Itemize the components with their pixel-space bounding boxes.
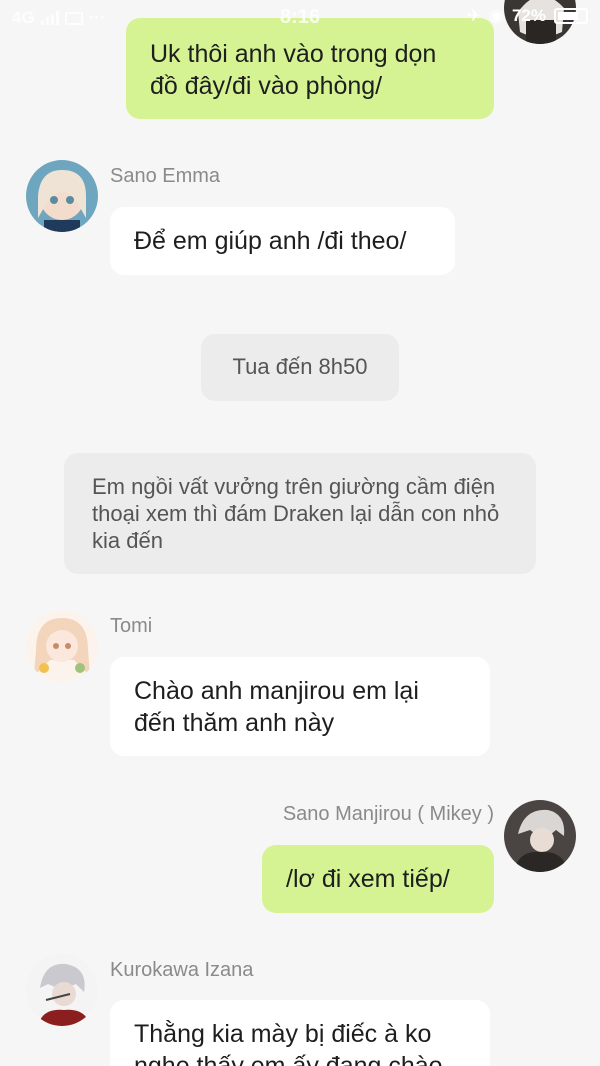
battery-icon <box>554 8 588 24</box>
message-bubble-outgoing[interactable]: /lơ đi xem tiếp/ <box>262 845 494 913</box>
message-text: Để em giúp anh /đi theo/ <box>134 227 407 255</box>
note-text: Tua đến 8h50 <box>232 354 368 379</box>
airplane-icon: ✈ <box>466 6 482 25</box>
sender-name: Tomi <box>110 615 153 637</box>
message-text: Chào anh manjirou em lại đến thăm anh nà… <box>134 677 419 737</box>
avatar-sano-emma[interactable] <box>26 160 98 232</box>
time-skip-note: Tua đến 8h50 <box>201 334 399 401</box>
status-right: ✈ ◉ 72% <box>467 6 588 26</box>
avatar-kurokawa-izana[interactable] <box>26 954 98 1026</box>
sender-name: Sano Manjirou ( Mikey ) <box>282 803 494 825</box>
narration-box: Em ngồi vất vưởng trên giường cầm điện t… <box>64 453 536 574</box>
message-bubble-incoming[interactable]: Chào anh manjirou em lại đến thăm anh nà… <box>110 657 490 756</box>
message-icon <box>64 11 83 25</box>
status-left: 4G ··· <box>12 8 106 28</box>
more-dots-icon: ··· <box>88 8 106 27</box>
status-time: 8:16 <box>280 6 321 28</box>
signal-icon <box>40 11 59 25</box>
sender-name: Kurokawa Izana <box>110 959 254 981</box>
message-text: Thằng kia mày bị điếc à ko nghe thấy em … <box>134 1020 443 1066</box>
avatar-sano-manjirou[interactable] <box>504 800 576 872</box>
message-bubble-incoming[interactable]: Để em giúp anh /đi theo/ <box>110 207 455 275</box>
battery-percent: 72% <box>511 6 546 25</box>
chat-screen: 4G ··· 8:16 ✈ ◉ 72% Uk thôi anh vào tron… <box>0 0 600 1066</box>
message-bubble-incoming[interactable]: Thằng kia mày bị điếc à ko nghe thấy em … <box>110 1000 490 1066</box>
wifi-icon: ◉ <box>489 6 504 25</box>
message-text: /lơ đi xem tiếp/ <box>286 865 450 893</box>
message-text: Uk thôi anh vào trong dọn đồ đây/đi vào … <box>150 40 437 100</box>
network-type: 4G <box>12 8 35 27</box>
avatar-tomi[interactable] <box>26 610 98 682</box>
sender-name: Sano Emma <box>110 165 221 187</box>
status-bar: 4G ··· 8:16 ✈ ◉ 72% <box>0 0 600 36</box>
narration-text: Em ngồi vất vưởng trên giường cầm điện t… <box>92 474 500 553</box>
